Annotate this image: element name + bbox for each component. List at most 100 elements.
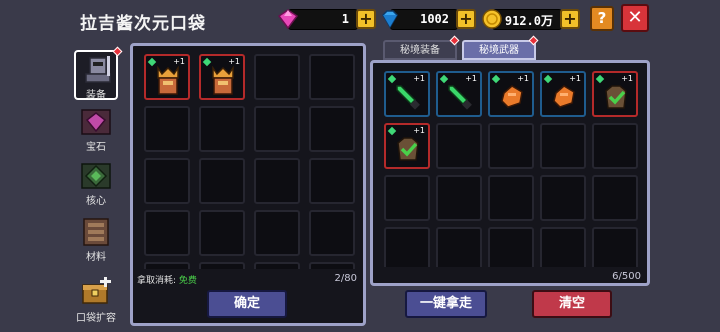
pocket-panel: +1 +1 拿取消耗: 免费 2/80	[130, 43, 366, 326]
pocket-capacity: 2/80	[334, 273, 357, 284]
sidebar-item-materials[interactable]: 材料	[74, 214, 118, 264]
sidebar-item-label: 宝石	[86, 142, 106, 153]
sidebar-item-label: 装备	[86, 90, 106, 101]
empty-slot[interactable]	[592, 175, 638, 221]
quality-gem-icon	[543, 74, 553, 84]
gold-coin-icon	[482, 9, 502, 29]
take-cost-label: 拿取消耗:	[137, 276, 177, 286]
green-sword-icon	[448, 85, 472, 110]
empty-slot[interactable]	[592, 227, 638, 267]
pocket-expand-icon	[82, 277, 111, 304]
empty-slot[interactable]	[199, 158, 245, 204]
quality-gem-icon	[387, 74, 397, 84]
take-all-button[interactable]: 一键拿走	[405, 290, 487, 318]
clear-button[interactable]: 清空	[532, 290, 612, 318]
storage-slot[interactable]: +1	[436, 71, 482, 117]
empty-slot[interactable]	[540, 227, 586, 267]
empty-slot[interactable]	[384, 227, 430, 267]
empty-slot[interactable]	[254, 54, 300, 100]
check-pouch-icon	[605, 85, 627, 109]
storage-grid: +1 +1 +1 +1 +1 +1	[378, 67, 643, 267]
quality-gem-icon	[491, 74, 501, 84]
storage-slot[interactable]: +1	[488, 71, 534, 117]
materials-icon	[83, 218, 109, 246]
pocket-slot[interactable]: +1	[144, 54, 190, 100]
empty-slot[interactable]	[488, 227, 534, 267]
add-coin-button[interactable]: +	[560, 9, 580, 29]
empty-slot[interactable]	[309, 54, 355, 100]
empty-slot[interactable]	[436, 123, 482, 169]
empty-slot[interactable]	[199, 106, 245, 152]
pocket-slot[interactable]: +1	[199, 54, 245, 100]
confirm-button[interactable]: 确定	[207, 290, 287, 318]
blue-diamond-icon	[382, 10, 398, 29]
quality-gem-icon	[387, 126, 397, 136]
item-level: +1	[517, 74, 529, 83]
storage-slot[interactable]: +1	[540, 71, 586, 117]
empty-slot[interactable]	[384, 175, 430, 221]
empty-slot[interactable]	[436, 175, 482, 221]
sidebar-item-pocket-expand[interactable]: 口袋扩容	[72, 274, 120, 324]
empty-slot[interactable]	[199, 210, 245, 256]
sidebar-item-label: 材料	[86, 252, 106, 263]
item-level: +1	[173, 57, 185, 66]
empty-slot[interactable]	[309, 262, 355, 269]
gem-value: 1	[341, 12, 349, 26]
tab-secret-equipment[interactable]: 秘境装备	[383, 40, 457, 60]
empty-slot[interactable]	[488, 175, 534, 221]
pocket-grid: +1 +1	[138, 50, 360, 269]
empty-slot[interactable]	[540, 175, 586, 221]
pink-gem-icon	[277, 9, 299, 30]
quality-gem-icon	[439, 74, 449, 84]
orange-gauntlet-icon	[501, 85, 523, 108]
armor-icon	[85, 56, 111, 83]
empty-slot[interactable]	[144, 158, 190, 204]
quality-gem-icon	[202, 57, 212, 67]
empty-slot[interactable]	[309, 158, 355, 204]
item-level: +1	[569, 74, 581, 83]
quality-gem-icon	[595, 74, 605, 84]
storage-capacity: 6/500	[612, 271, 641, 282]
item-level: +1	[621, 74, 633, 83]
diamond-value: 1002	[420, 12, 449, 26]
check-pouch-icon	[397, 137, 419, 161]
add-gem-button[interactable]: +	[356, 9, 376, 29]
tab-secret-weapons[interactable]: 秘境武器	[462, 40, 536, 60]
help-button[interactable]: ?	[590, 6, 614, 31]
quality-gem-icon	[147, 57, 157, 67]
sidebar-item-label: 口袋扩容	[76, 313, 116, 324]
empty-slot[interactable]	[254, 158, 300, 204]
green-sword-icon	[396, 85, 420, 110]
sidebar-item-label: 核心	[86, 196, 106, 207]
empty-slot[interactable]	[144, 210, 190, 256]
storage-slot[interactable]: +1	[384, 71, 430, 117]
item-level: +1	[228, 57, 240, 66]
empty-slot[interactable]	[592, 123, 638, 169]
core-icon	[81, 163, 111, 189]
add-diamond-button[interactable]: +	[456, 9, 476, 29]
storage-slot[interactable]: +1	[592, 71, 638, 117]
empty-slot[interactable]	[540, 123, 586, 169]
empty-slot[interactable]	[309, 210, 355, 256]
page-title: 拉吉酱次元口袋	[80, 14, 206, 34]
empty-slot[interactable]	[254, 106, 300, 152]
empty-slot[interactable]	[254, 210, 300, 256]
empty-slot[interactable]	[199, 262, 245, 269]
crown-armor-icon	[212, 66, 234, 95]
storage-slot[interactable]: +1	[384, 123, 430, 169]
close-button[interactable]: ✕	[621, 4, 649, 32]
item-level: +1	[413, 74, 425, 83]
empty-slot[interactable]	[436, 227, 482, 267]
orange-gauntlet-icon	[553, 85, 575, 108]
sidebar-item-equipment[interactable]: 装备	[74, 50, 118, 101]
empty-slot[interactable]	[254, 262, 300, 269]
sidebar-item-core[interactable]: 核心	[74, 158, 118, 208]
item-level: +1	[413, 126, 425, 135]
empty-slot[interactable]	[144, 106, 190, 152]
gem-icon	[81, 109, 111, 135]
empty-slot[interactable]	[309, 106, 355, 152]
empty-slot[interactable]	[144, 262, 190, 269]
empty-slot[interactable]	[488, 123, 534, 169]
sidebar-item-gems[interactable]: 宝石	[74, 104, 118, 154]
storage-panel: +1 +1 +1 +1 +1 +1 6/500	[370, 60, 650, 286]
